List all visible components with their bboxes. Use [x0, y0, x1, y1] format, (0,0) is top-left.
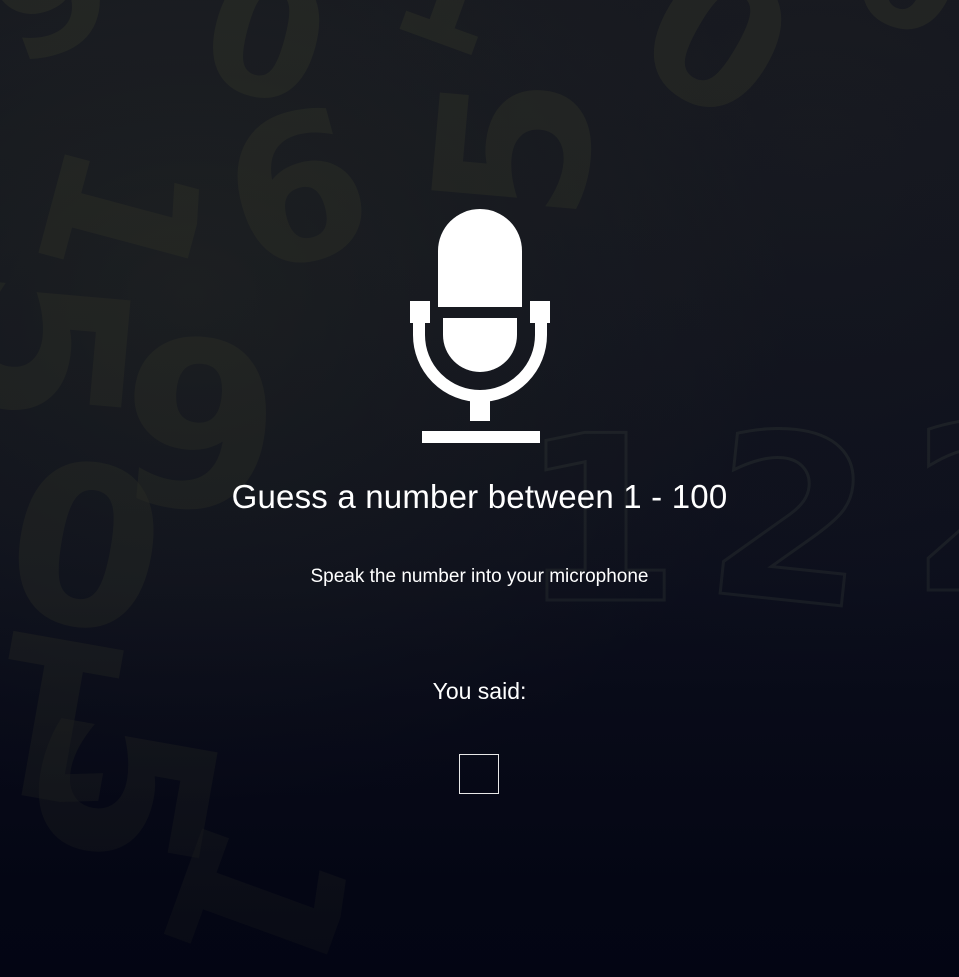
game-panel: Guess a number between 1 - 100 Speak the… — [0, 0, 959, 977]
spoken-number-box — [459, 754, 499, 794]
game-title: Guess a number between 1 - 100 — [231, 478, 728, 515]
you-said-label: You said: — [432, 678, 527, 704]
instruction-text: Speak the number into your microphone — [310, 566, 649, 587]
microphone-icon[interactable] — [410, 207, 550, 445]
